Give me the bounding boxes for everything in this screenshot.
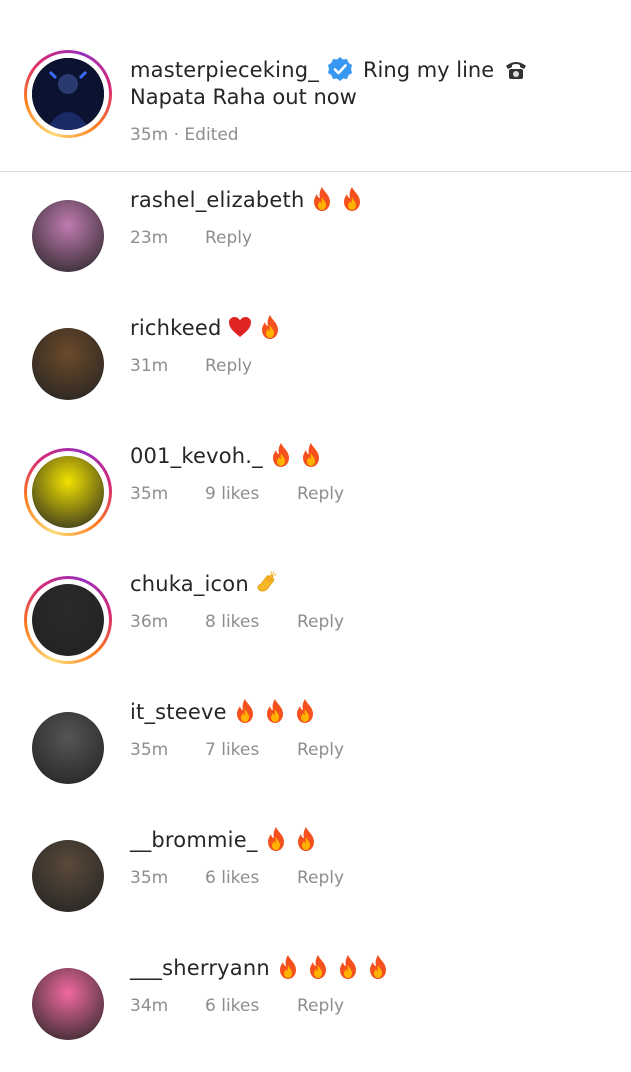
comment-username[interactable]: __brommie_ xyxy=(130,828,258,852)
comment-time: 36m xyxy=(130,612,169,632)
avatar-image xyxy=(32,584,104,656)
comment-time: 34m xyxy=(130,996,169,1016)
caption-time: 35m xyxy=(130,125,169,145)
comment-text-line: it_steeve xyxy=(130,698,317,724)
caption-text-line2-container: Napata Raha out now xyxy=(130,85,357,109)
fire-emoji-icon xyxy=(336,954,360,980)
comment-text-line: richkeed xyxy=(130,314,282,340)
fire-emoji-icon xyxy=(306,954,330,980)
comment-text-line: 001_kevoh._ xyxy=(130,442,323,468)
comment-avatar[interactable] xyxy=(24,320,112,408)
reply-button[interactable]: Reply xyxy=(297,868,344,888)
comment-item: richkeed 31m Reply xyxy=(0,300,631,428)
comment-time: 35m xyxy=(130,740,169,760)
avatar-image xyxy=(32,968,104,1040)
reply-button[interactable]: Reply xyxy=(205,356,252,376)
comment-avatar[interactable] xyxy=(24,448,112,536)
verified-badge-icon xyxy=(327,56,353,82)
comment-likes[interactable]: 9 likes xyxy=(205,484,259,504)
fire-emoji-icon xyxy=(269,442,293,468)
comment-time: 35m xyxy=(130,868,169,888)
caption-username[interactable]: masterpieceking_ xyxy=(130,58,319,82)
comment-username[interactable]: 001_kevoh._ xyxy=(130,444,263,468)
caption-author-avatar[interactable] xyxy=(24,50,112,138)
fire-emoji-icon xyxy=(233,698,257,724)
comment-item: it_steeve 35m 7 likes Reply xyxy=(0,684,631,812)
comment-item: __brommie_ 35m 6 likes Reply xyxy=(0,812,631,940)
comment-text-line: chuka_icon xyxy=(130,570,279,596)
fire-emoji-icon xyxy=(276,954,300,980)
comment-username[interactable]: ___sherryann xyxy=(130,956,270,980)
reply-button[interactable]: Reply xyxy=(297,996,344,1016)
comment-item: ___sherryann 34m 6 likes Reply xyxy=(0,940,631,1068)
fire-emoji-icon xyxy=(264,826,288,852)
caption-edited-label: Edited xyxy=(184,125,239,145)
comment-username[interactable]: richkeed xyxy=(130,316,222,340)
comment-item: chuka_icon 36m 8 likes Reply xyxy=(0,556,631,684)
avatar-image xyxy=(32,456,104,528)
fire-emoji-icon xyxy=(263,698,287,724)
caption-text-line1: Ring my line xyxy=(362,58,495,82)
heart-emoji-icon xyxy=(228,314,252,340)
fire-emoji-icon xyxy=(293,698,317,724)
comment-username[interactable]: it_steeve xyxy=(130,700,227,724)
post-caption: masterpieceking_ Ring my line Napata Raha… xyxy=(0,0,631,172)
comment-time: 35m xyxy=(130,484,169,504)
comment-avatar[interactable] xyxy=(24,960,112,1048)
comment-time: 23m xyxy=(130,228,169,248)
fire-emoji-icon xyxy=(294,826,318,852)
clap-emoji-icon xyxy=(255,570,279,596)
avatar-image xyxy=(32,328,104,400)
fire-emoji-icon xyxy=(340,186,364,212)
comment-likes[interactable]: 6 likes xyxy=(205,868,259,888)
fire-emoji-icon xyxy=(366,954,390,980)
comment-text-line: __brommie_ xyxy=(130,826,318,852)
comment-avatar[interactable] xyxy=(24,832,112,920)
comment-username[interactable]: chuka_icon xyxy=(130,572,249,596)
fire-emoji-icon xyxy=(258,314,282,340)
comment-avatar[interactable] xyxy=(24,192,112,280)
avatar-image xyxy=(32,712,104,784)
comment-likes[interactable]: 6 likes xyxy=(205,996,259,1016)
comment-item: rashel_elizabeth 23m Reply xyxy=(0,172,631,300)
reply-button[interactable]: Reply xyxy=(297,740,344,760)
avatar-image xyxy=(32,200,104,272)
avatar-image xyxy=(32,840,104,912)
caption-header-line: masterpieceking_ Ring my line xyxy=(130,56,528,82)
comment-likes[interactable]: 7 likes xyxy=(205,740,259,760)
comment-avatar[interactable] xyxy=(24,576,112,664)
caption-meta: 35m · Edited xyxy=(130,125,239,145)
comment-item: 001_kevoh._ 35m 9 likes Reply xyxy=(0,428,631,556)
comment-text-line: rashel_elizabeth xyxy=(130,186,364,212)
avatar-image xyxy=(32,58,104,130)
fire-emoji-icon xyxy=(310,186,334,212)
reply-button[interactable]: Reply xyxy=(297,484,344,504)
comment-likes[interactable]: 8 likes xyxy=(205,612,259,632)
telephone-icon xyxy=(504,56,528,82)
comment-avatar[interactable] xyxy=(24,704,112,792)
reply-button[interactable]: Reply xyxy=(297,612,344,632)
caption-text-line2: Napata Raha out now xyxy=(130,85,357,109)
comment-time: 31m xyxy=(130,356,169,376)
caption-separator: · xyxy=(173,125,180,145)
reply-button[interactable]: Reply xyxy=(205,228,252,248)
comment-username[interactable]: rashel_elizabeth xyxy=(130,188,304,212)
comment-text-line: ___sherryann xyxy=(130,954,390,980)
fire-emoji-icon xyxy=(299,442,323,468)
